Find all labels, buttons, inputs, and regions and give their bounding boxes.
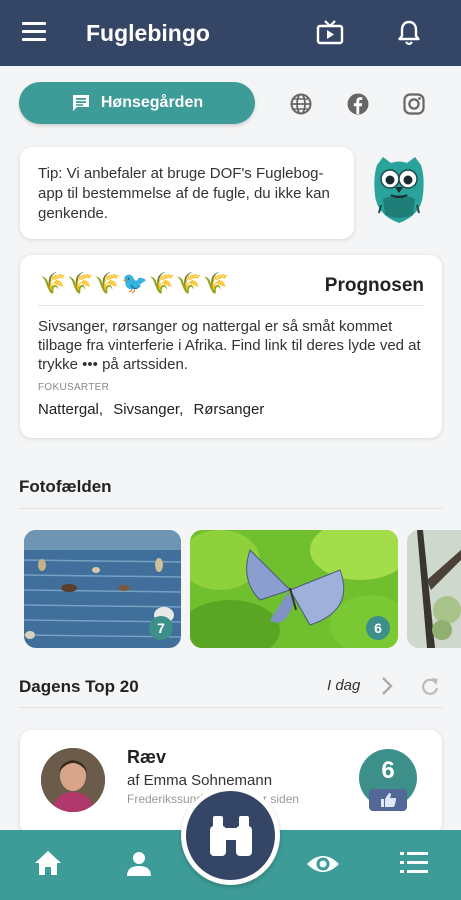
tv-icon[interactable] [316, 20, 344, 46]
divider [38, 305, 424, 306]
observer-byline: af Emma Sohnemann [127, 772, 273, 789]
bird-rating-icons: 🌾🌾🌾🐦🌾🌾🌾 [40, 272, 231, 295]
globe-icon[interactable] [290, 93, 312, 115]
score-badge: 6 [359, 749, 417, 811]
hamburger-menu-icon[interactable] [22, 22, 46, 42]
bell-icon[interactable] [397, 19, 421, 47]
chat-message-icon [72, 95, 89, 111]
photo-trap-title: Fotofælden [19, 477, 112, 496]
location-button-label: Hønsegården [100, 94, 204, 111]
location-button[interactable]: Hønsegården [19, 82, 255, 124]
person-icon[interactable] [125, 850, 153, 878]
tree-photo [407, 530, 461, 648]
prognosis-card[interactable]: 🌾🌾🌾🐦🌾🌾🌾 Prognosen Sivsanger, rørsanger o… [20, 255, 442, 438]
photo-count-badge: 7 [149, 616, 173, 640]
instagram-icon[interactable] [403, 93, 425, 115]
photo-card[interactable]: 7 [24, 530, 181, 648]
home-icon[interactable] [33, 849, 63, 877]
facebook-icon[interactable] [347, 93, 369, 115]
species-link[interactable]: Nattergal, [38, 401, 103, 418]
thumbs-up-icon [381, 793, 397, 807]
score-value: 6 [381, 757, 395, 784]
owl-mascot-icon [374, 157, 424, 223]
date-filter[interactable]: I dag [327, 677, 360, 694]
binoculars-icon [209, 815, 252, 856]
prognosis-text: Sivsanger, rørsanger og nattergal er så … [38, 318, 421, 373]
focus-species-label: FOKUSARTER [38, 382, 110, 393]
divider [18, 707, 443, 708]
eye-icon[interactable] [305, 852, 341, 876]
avatar [41, 748, 105, 812]
species-link[interactable]: Rørsanger [193, 401, 264, 418]
bird-name: Ræv [127, 747, 167, 767]
refresh-icon[interactable] [420, 675, 440, 697]
list-icon[interactable] [398, 849, 430, 877]
app-title: Fuglebingo [86, 20, 210, 46]
focus-species-list: Nattergal, Sivsanger, Rørsanger [38, 401, 270, 418]
prognosis-title: Prognosen [324, 275, 424, 296]
app-bar: Fuglebingo [0, 0, 461, 66]
binoculars-button[interactable] [181, 786, 280, 885]
chevron-right-icon[interactable] [378, 675, 396, 697]
top20-title: Dagens Top 20 [19, 677, 139, 696]
tip-text: Tip: Vi anbefaler at bruge DOF's Fuglebo… [38, 165, 330, 222]
species-link[interactable]: Sivsanger, [113, 401, 183, 418]
photo-count-badge: 6 [366, 616, 390, 640]
like-button[interactable] [369, 789, 407, 811]
photo-card[interactable] [407, 530, 461, 648]
photo-card[interactable]: 6 [190, 530, 398, 648]
tip-card: Tip: Vi anbefaler at bruge DOF's Fuglebo… [20, 147, 354, 239]
divider [18, 508, 443, 509]
